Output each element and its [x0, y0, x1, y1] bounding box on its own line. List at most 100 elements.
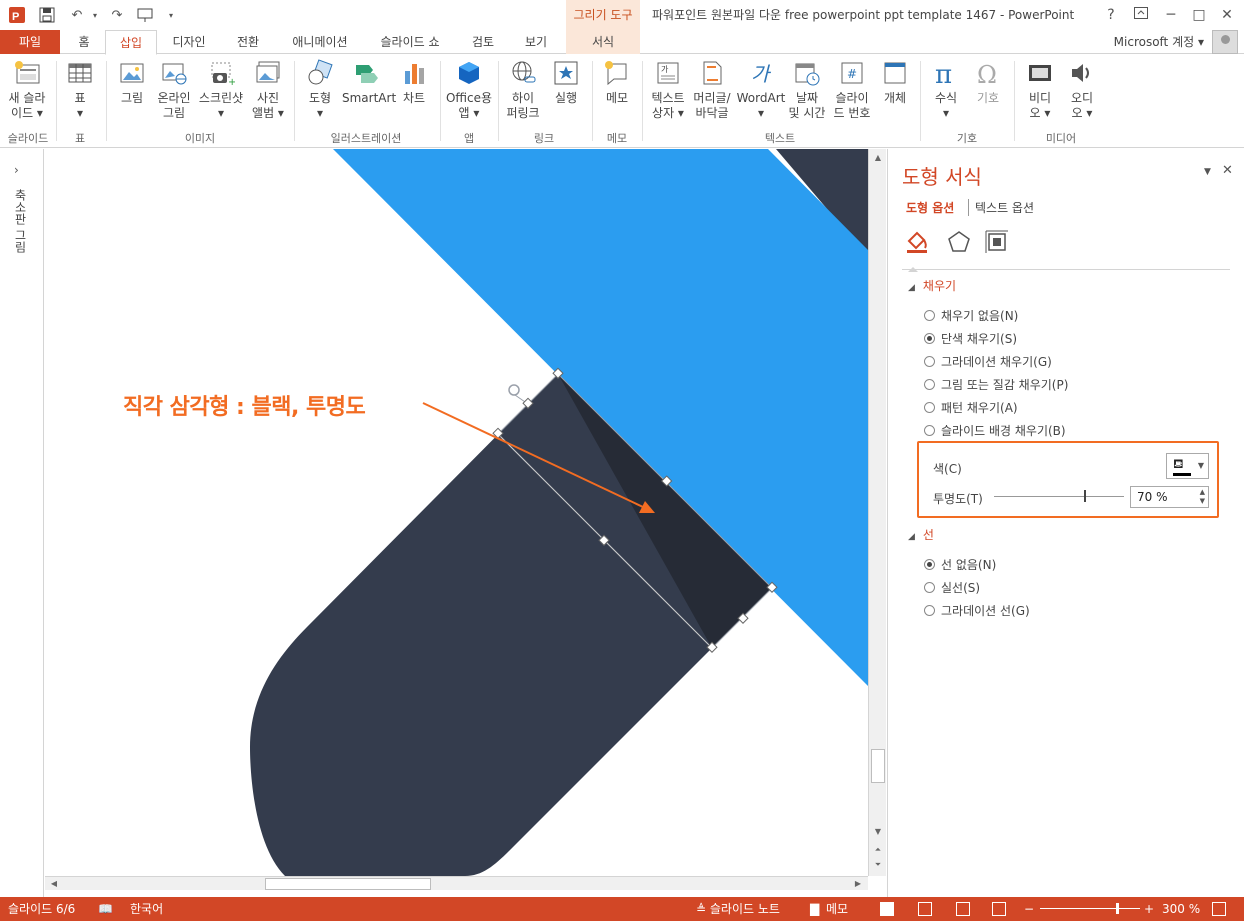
effects-pentagon-icon[interactable]: [946, 229, 972, 255]
header-footer-button[interactable]: 머리글/ 바닥글: [690, 59, 734, 121]
radio-gradient-line[interactable]: 그라데이션 선(G): [924, 602, 1030, 619]
slide-canvas[interactable]: 직각 삼각형 : 블랙, 투명도: [45, 149, 868, 876]
pane-close-icon[interactable]: ✕: [1222, 163, 1233, 178]
account-menu[interactable]: Microsoft 계정 ▾: [1114, 30, 1204, 54]
wordart-button[interactable]: 가 WordArt ▾: [736, 59, 786, 121]
chart-button[interactable]: 차트: [396, 59, 432, 106]
slide-indicator[interactable]: 슬라이드 6/6: [8, 897, 75, 921]
tab-review[interactable]: 검토: [460, 30, 506, 54]
zoom-slider-knob[interactable]: [1116, 903, 1119, 914]
comments-button[interactable]: 메모: [826, 897, 848, 921]
slideshow-icon[interactable]: [992, 902, 1006, 916]
scroll-down-icon[interactable]: ▼: [872, 826, 884, 838]
radio-button[interactable]: [924, 582, 935, 593]
thumbnails-label[interactable]: 축소판 그림: [12, 189, 29, 253]
avatar[interactable]: [1212, 30, 1238, 54]
photo-album-button[interactable]: 사진 앨범 ▾: [248, 59, 288, 121]
radio-button[interactable]: [924, 379, 935, 390]
minimize-button[interactable]: ─: [1160, 4, 1182, 26]
tab-insert[interactable]: 삽입: [105, 30, 157, 55]
audio-button[interactable]: 오디 오 ▾: [1062, 59, 1102, 121]
vertical-scroll-thumb[interactable]: [871, 749, 885, 783]
normal-view-icon[interactable]: [880, 902, 894, 916]
hyperlink-button[interactable]: 하이 퍼링크: [502, 59, 544, 121]
language-indicator[interactable]: 한국어: [130, 897, 163, 921]
zoom-level[interactable]: 300 %: [1162, 897, 1200, 921]
radio-button[interactable]: [924, 310, 935, 321]
save-icon[interactable]: [38, 6, 56, 24]
smartart-button[interactable]: SmartArt: [342, 59, 396, 106]
video-button[interactable]: 비디 오 ▾: [1020, 59, 1060, 121]
radio-button[interactable]: [924, 425, 935, 436]
fit-to-window-icon[interactable]: [1212, 902, 1226, 916]
line-section-header[interactable]: ◢ 선: [908, 526, 934, 543]
date-time-button[interactable]: 날짜 및 시간: [786, 59, 828, 121]
transparency-slider-knob[interactable]: [1084, 490, 1086, 502]
help-button[interactable]: ?: [1100, 4, 1122, 26]
new-slide-button[interactable]: 새 슬라 이드 ▾: [4, 59, 50, 121]
radio-slide-background-fill[interactable]: 슬라이드 배경 채우기(B): [924, 422, 1066, 439]
slide-sorter-icon[interactable]: [918, 902, 932, 916]
restore-button[interactable]: □: [1188, 4, 1210, 26]
tab-design[interactable]: 디자인: [162, 30, 216, 54]
scroll-up-icon[interactable]: ▲: [872, 152, 884, 164]
spelling-check-icon[interactable]: 📖: [98, 897, 113, 921]
undo-icon[interactable]: ↶: [68, 6, 86, 24]
transparency-input[interactable]: 70 % ▲ ▼: [1130, 486, 1209, 508]
close-button[interactable]: ✕: [1216, 4, 1238, 26]
radio-pattern-fill[interactable]: 패턴 채우기(A): [924, 399, 1018, 416]
zoom-slider[interactable]: [1040, 908, 1140, 909]
radio-picture-texture-fill[interactable]: 그림 또는 질감 채우기(P): [924, 376, 1068, 393]
tab-shape-options[interactable]: 도형 옵션: [906, 199, 954, 216]
radio-gradient-fill[interactable]: 그라데이션 채우기(G): [924, 353, 1052, 370]
start-from-beginning-icon[interactable]: [136, 6, 154, 24]
radio-solid-line[interactable]: 실선(S): [924, 579, 980, 596]
expand-thumbnails-icon[interactable]: ›: [14, 163, 19, 177]
equation-button[interactable]: π 수식 ▾: [926, 59, 966, 121]
redo-icon[interactable]: ↷: [108, 6, 126, 24]
next-slide-icon[interactable]: ⏷: [872, 859, 884, 871]
zoom-out-icon[interactable]: −: [1024, 897, 1034, 921]
action-button[interactable]: 실행: [546, 59, 586, 106]
radio-button[interactable]: [924, 356, 935, 367]
tab-file[interactable]: 파일: [0, 30, 60, 54]
office-app-button[interactable]: Office용 앱 ▾: [444, 59, 494, 121]
horizontal-scroll-thumb[interactable]: [265, 878, 431, 890]
zoom-in-icon[interactable]: +: [1144, 897, 1154, 921]
picture-button[interactable]: 그림: [112, 59, 152, 106]
comments-icon[interactable]: ▇: [810, 897, 819, 921]
transparency-slider[interactable]: [994, 496, 1124, 497]
radio-button-selected[interactable]: [924, 559, 935, 570]
spinner-icon[interactable]: ▲ ▼: [1200, 488, 1205, 506]
table-button[interactable]: 표 ▾: [62, 59, 98, 121]
tab-format[interactable]: 서식: [566, 30, 640, 54]
tab-animations[interactable]: 애니메이션: [280, 30, 360, 54]
radio-no-line[interactable]: 선 없음(N): [924, 556, 996, 573]
pane-options-icon[interactable]: ▼: [1204, 167, 1211, 177]
scroll-right-icon[interactable]: ▶: [851, 877, 865, 890]
object-button[interactable]: 개체: [876, 59, 914, 106]
shapes-button[interactable]: 도형 ▾: [300, 59, 340, 121]
fill-color-picker[interactable]: ⛾ ▼: [1166, 453, 1209, 479]
fill-section-header[interactable]: ◢ 채우기: [908, 277, 956, 294]
fill-line-icon[interactable]: [904, 229, 930, 255]
notes-button[interactable]: ≜ 슬라이드 노트: [696, 897, 780, 921]
textbox-button[interactable]: 가 텍스트 상자 ▾: [646, 59, 690, 121]
tab-text-options[interactable]: 텍스트 옵션: [968, 199, 1034, 216]
customize-qat-icon[interactable]: ▾: [162, 6, 180, 24]
radio-no-fill[interactable]: 채우기 없음(N): [924, 307, 1018, 324]
slide-number-button[interactable]: # 슬라이 드 번호: [830, 59, 874, 121]
radio-button[interactable]: [924, 605, 935, 616]
radio-button[interactable]: [924, 402, 935, 413]
comment-button[interactable]: 메모: [598, 59, 636, 106]
undo-dropdown-icon[interactable]: ▾: [86, 6, 104, 24]
tab-view[interactable]: 보기: [512, 30, 560, 54]
radio-solid-fill[interactable]: 단색 채우기(S): [924, 330, 1017, 347]
ribbon-display-options-icon[interactable]: [1130, 4, 1152, 26]
vertical-scrollbar[interactable]: ▲ ▼ ⏶ ⏷: [868, 149, 886, 876]
tab-home[interactable]: 홈: [66, 30, 102, 54]
reading-view-icon[interactable]: [956, 902, 970, 916]
previous-slide-icon[interactable]: ⏶: [872, 844, 884, 856]
scroll-left-icon[interactable]: ◀: [47, 877, 61, 890]
radio-button-selected[interactable]: [924, 333, 935, 344]
